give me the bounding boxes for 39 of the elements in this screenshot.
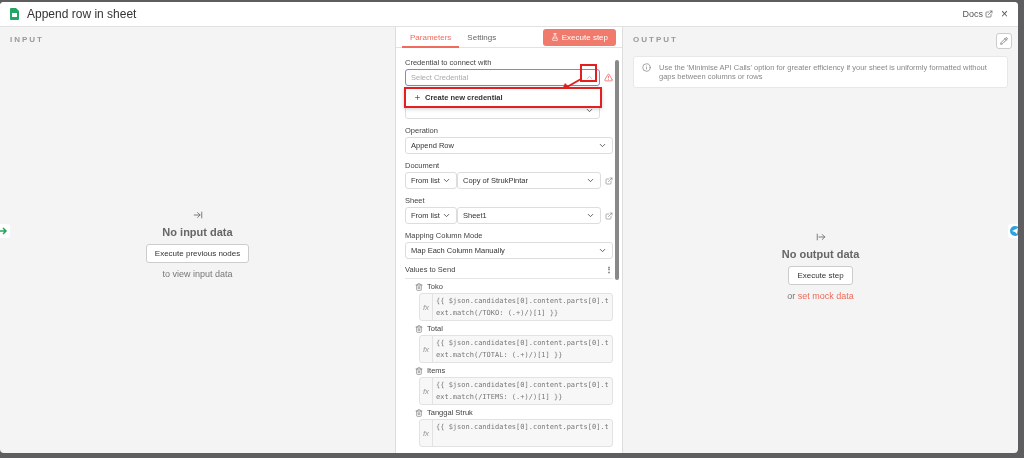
- external-link-icon[interactable]: [605, 211, 613, 220]
- edit-button[interactable]: [996, 33, 1012, 49]
- tab[interactable]: Settings: [459, 28, 505, 48]
- chevron-down-icon: [442, 176, 451, 185]
- execute-step-button[interactable]: Execute step: [788, 266, 853, 285]
- trash-icon[interactable]: [415, 324, 423, 333]
- empty-title: No input data: [162, 226, 233, 238]
- flask-icon: [550, 33, 559, 41]
- trash-icon[interactable]: [415, 282, 423, 291]
- execute-previous-button[interactable]: Execute previous nodes: [145, 244, 250, 263]
- empty-hint: to view input data: [162, 269, 233, 279]
- external-link-icon[interactable]: [605, 176, 613, 185]
- chevron-down-icon: [598, 246, 607, 255]
- chevron-down-icon: [442, 211, 451, 220]
- trash-icon[interactable]: [415, 366, 423, 375]
- input-arrow-icon: [192, 210, 203, 220]
- plus-icon: [414, 94, 421, 101]
- pencil-icon: [1000, 37, 1008, 45]
- empty-hint: or set mock data: [787, 291, 854, 301]
- chevron-down-icon: [585, 106, 594, 115]
- send-icon[interactable]: [1008, 224, 1018, 238]
- scrollbar[interactable]: [615, 60, 619, 280]
- docs-link[interactable]: Docs: [962, 9, 993, 19]
- external-link-icon: [985, 10, 993, 18]
- highlight-box: [580, 64, 597, 82]
- chevron-down-icon: [598, 141, 607, 150]
- info-icon: [642, 63, 651, 72]
- handle-icon[interactable]: [0, 224, 10, 238]
- chevron-up-icon: [585, 73, 594, 82]
- panel-heading: OUTPUT: [633, 35, 678, 44]
- empty-title: No output data: [781, 248, 860, 260]
- close-button[interactable]: ×: [1001, 7, 1008, 21]
- sheet-icon: [10, 8, 19, 20]
- chevron-down-icon: [586, 176, 595, 185]
- panel-heading: INPUT: [10, 35, 44, 44]
- output-arrow-icon: [815, 232, 826, 242]
- trash-icon[interactable]: [415, 408, 423, 417]
- dialog-title: Append row in sheet: [27, 7, 138, 21]
- chevron-down-icon: [586, 211, 595, 220]
